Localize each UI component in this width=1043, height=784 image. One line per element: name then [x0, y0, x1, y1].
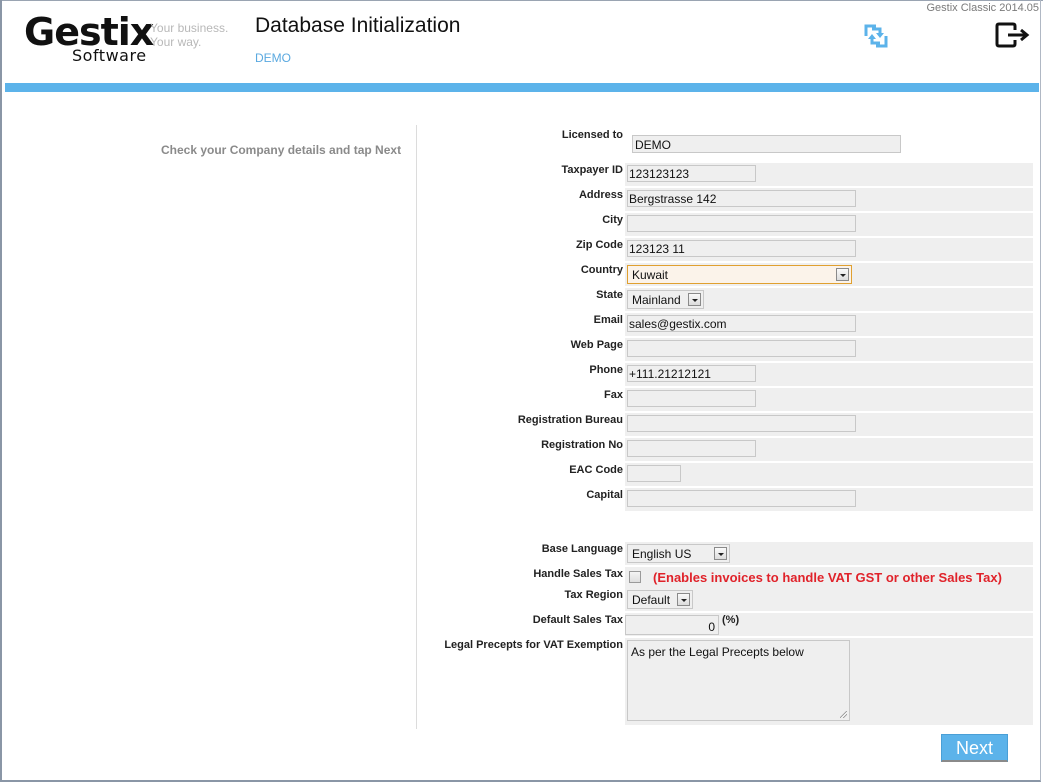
- company-subtitle: DEMO: [255, 51, 291, 65]
- country-label: Country: [580, 264, 623, 276]
- registration-no-input[interactable]: [627, 440, 756, 457]
- country-select[interactable]: Kuwait: [627, 265, 852, 284]
- address-label: Address: [578, 189, 623, 201]
- row-capital: Capital: [415, 488, 1033, 511]
- legal-precepts-textarea[interactable]: As per the Legal Precepts below: [627, 640, 850, 721]
- chevron-down-icon[interactable]: [677, 593, 690, 606]
- capital-input[interactable]: [627, 490, 856, 507]
- row-web-page: Web Page: [415, 338, 1033, 361]
- row-phone: Phone +111.21212121: [415, 363, 1033, 386]
- sales-tax-note: (Enables invoices to handle VAT GST or o…: [653, 570, 1002, 585]
- next-button[interactable]: Next: [941, 734, 1008, 762]
- tax-region-selected-value: Default: [632, 593, 671, 607]
- logo-tagline-2: Your way.: [150, 35, 202, 49]
- version-label: Gestix Classic 2014.05: [926, 2, 1040, 14]
- row-registration-bureau: Registration Bureau: [415, 413, 1033, 436]
- tax-region-label: Tax Region: [564, 589, 623, 601]
- row-zip-code: Zip Code 123123 11: [415, 238, 1033, 261]
- base-language-label: Base Language: [541, 543, 623, 555]
- row-fax: Fax: [415, 388, 1033, 411]
- address-input[interactable]: Bergstrasse 142: [627, 190, 856, 207]
- logo-sub: Software: [72, 46, 147, 65]
- phone-label: Phone: [589, 364, 623, 376]
- licensed-to-label: Licensed to: [561, 129, 623, 141]
- row-city: City: [415, 213, 1033, 236]
- city-label: City: [602, 214, 623, 226]
- default-sales-tax-input[interactable]: 0: [625, 615, 719, 635]
- registration-bureau-label: Registration Bureau: [517, 414, 623, 426]
- taxpayer-id-input[interactable]: 123123123: [627, 165, 756, 182]
- licensed-to-field: DEMO: [632, 135, 901, 153]
- row-country: Country Kuwait: [415, 263, 1033, 286]
- chevron-down-icon[interactable]: [688, 293, 701, 306]
- country-selected-value: Kuwait: [632, 268, 669, 282]
- taxpayer-id-label: Taxpayer ID: [561, 164, 623, 176]
- state-label: State: [596, 289, 623, 301]
- header-accent-bar: [5, 83, 1039, 92]
- fax-label: Fax: [604, 389, 623, 401]
- row-state: State Mainland: [415, 288, 1033, 311]
- web-page-label: Web Page: [570, 339, 623, 351]
- logout-icon[interactable]: [995, 22, 1031, 50]
- base-language-select[interactable]: English US: [627, 544, 730, 563]
- zip-code-label: Zip Code: [575, 239, 623, 251]
- instruction-text: Check your Company details and tap Next: [161, 143, 402, 157]
- chevron-down-icon[interactable]: [836, 268, 849, 281]
- logo-tagline-1: Your business.: [150, 21, 229, 35]
- legal-precepts-label: Legal Precepts for VAT Exemption: [444, 639, 623, 651]
- state-selected-value: Mainland: [632, 293, 681, 307]
- email-input[interactable]: sales@gestix.com: [627, 315, 856, 332]
- row-band: [625, 463, 1033, 486]
- row-eac-code: EAC Code: [415, 463, 1033, 486]
- row-legal-precepts: Legal Precepts for VAT Exemption As per …: [415, 638, 1033, 725]
- resize-grip-icon[interactable]: [840, 711, 847, 718]
- row-licensed-to: Licensed to DEMO: [415, 129, 1033, 155]
- row-taxpayer-id: Taxpayer ID 123123123: [415, 163, 1033, 186]
- row-tax-region: Tax Region Default: [415, 588, 1033, 611]
- email-label: Email: [593, 314, 623, 326]
- row-address: Address Bergstrasse 142: [415, 188, 1033, 211]
- row-handle-sales-tax: Handle Sales Tax (Enables invoices to ha…: [415, 567, 1033, 590]
- handle-sales-tax-label: Handle Sales Tax: [533, 568, 623, 580]
- phone-input[interactable]: +111.21212121: [627, 365, 756, 382]
- handle-sales-tax-checkbox[interactable]: [629, 571, 641, 583]
- row-email: Email sales@gestix.com: [415, 313, 1033, 336]
- registration-bureau-input[interactable]: [627, 415, 856, 432]
- zip-code-input[interactable]: 123123 11: [627, 240, 856, 257]
- web-page-input[interactable]: [627, 340, 856, 357]
- row-registration-no: Registration No: [415, 438, 1033, 461]
- refresh-icon[interactable]: [862, 22, 890, 50]
- state-select[interactable]: Mainland: [627, 290, 704, 309]
- chevron-down-icon[interactable]: [714, 547, 727, 560]
- page-title: Database Initialization: [255, 14, 461, 37]
- eac-code-input[interactable]: [627, 465, 681, 482]
- city-input[interactable]: [627, 215, 856, 232]
- row-default-sales-tax: Default Sales Tax 0 (%): [415, 613, 1033, 636]
- eac-code-label: EAC Code: [569, 464, 623, 476]
- gestix-logo: Gestix Software Your business. Your way.: [24, 10, 234, 70]
- default-sales-tax-label: Default Sales Tax: [532, 614, 623, 626]
- capital-label: Capital: [586, 489, 623, 501]
- percent-unit: (%): [722, 614, 740, 626]
- row-base-language: Base Language English US: [415, 542, 1033, 565]
- tax-region-select[interactable]: Default: [627, 590, 693, 609]
- fax-input[interactable]: [627, 390, 756, 407]
- base-language-selected-value: English US: [632, 547, 692, 561]
- logo-tagline: Your business. Your way.: [150, 21, 228, 49]
- registration-no-label: Registration No: [541, 439, 623, 451]
- legal-precepts-value: As per the Legal Precepts below: [631, 645, 804, 659]
